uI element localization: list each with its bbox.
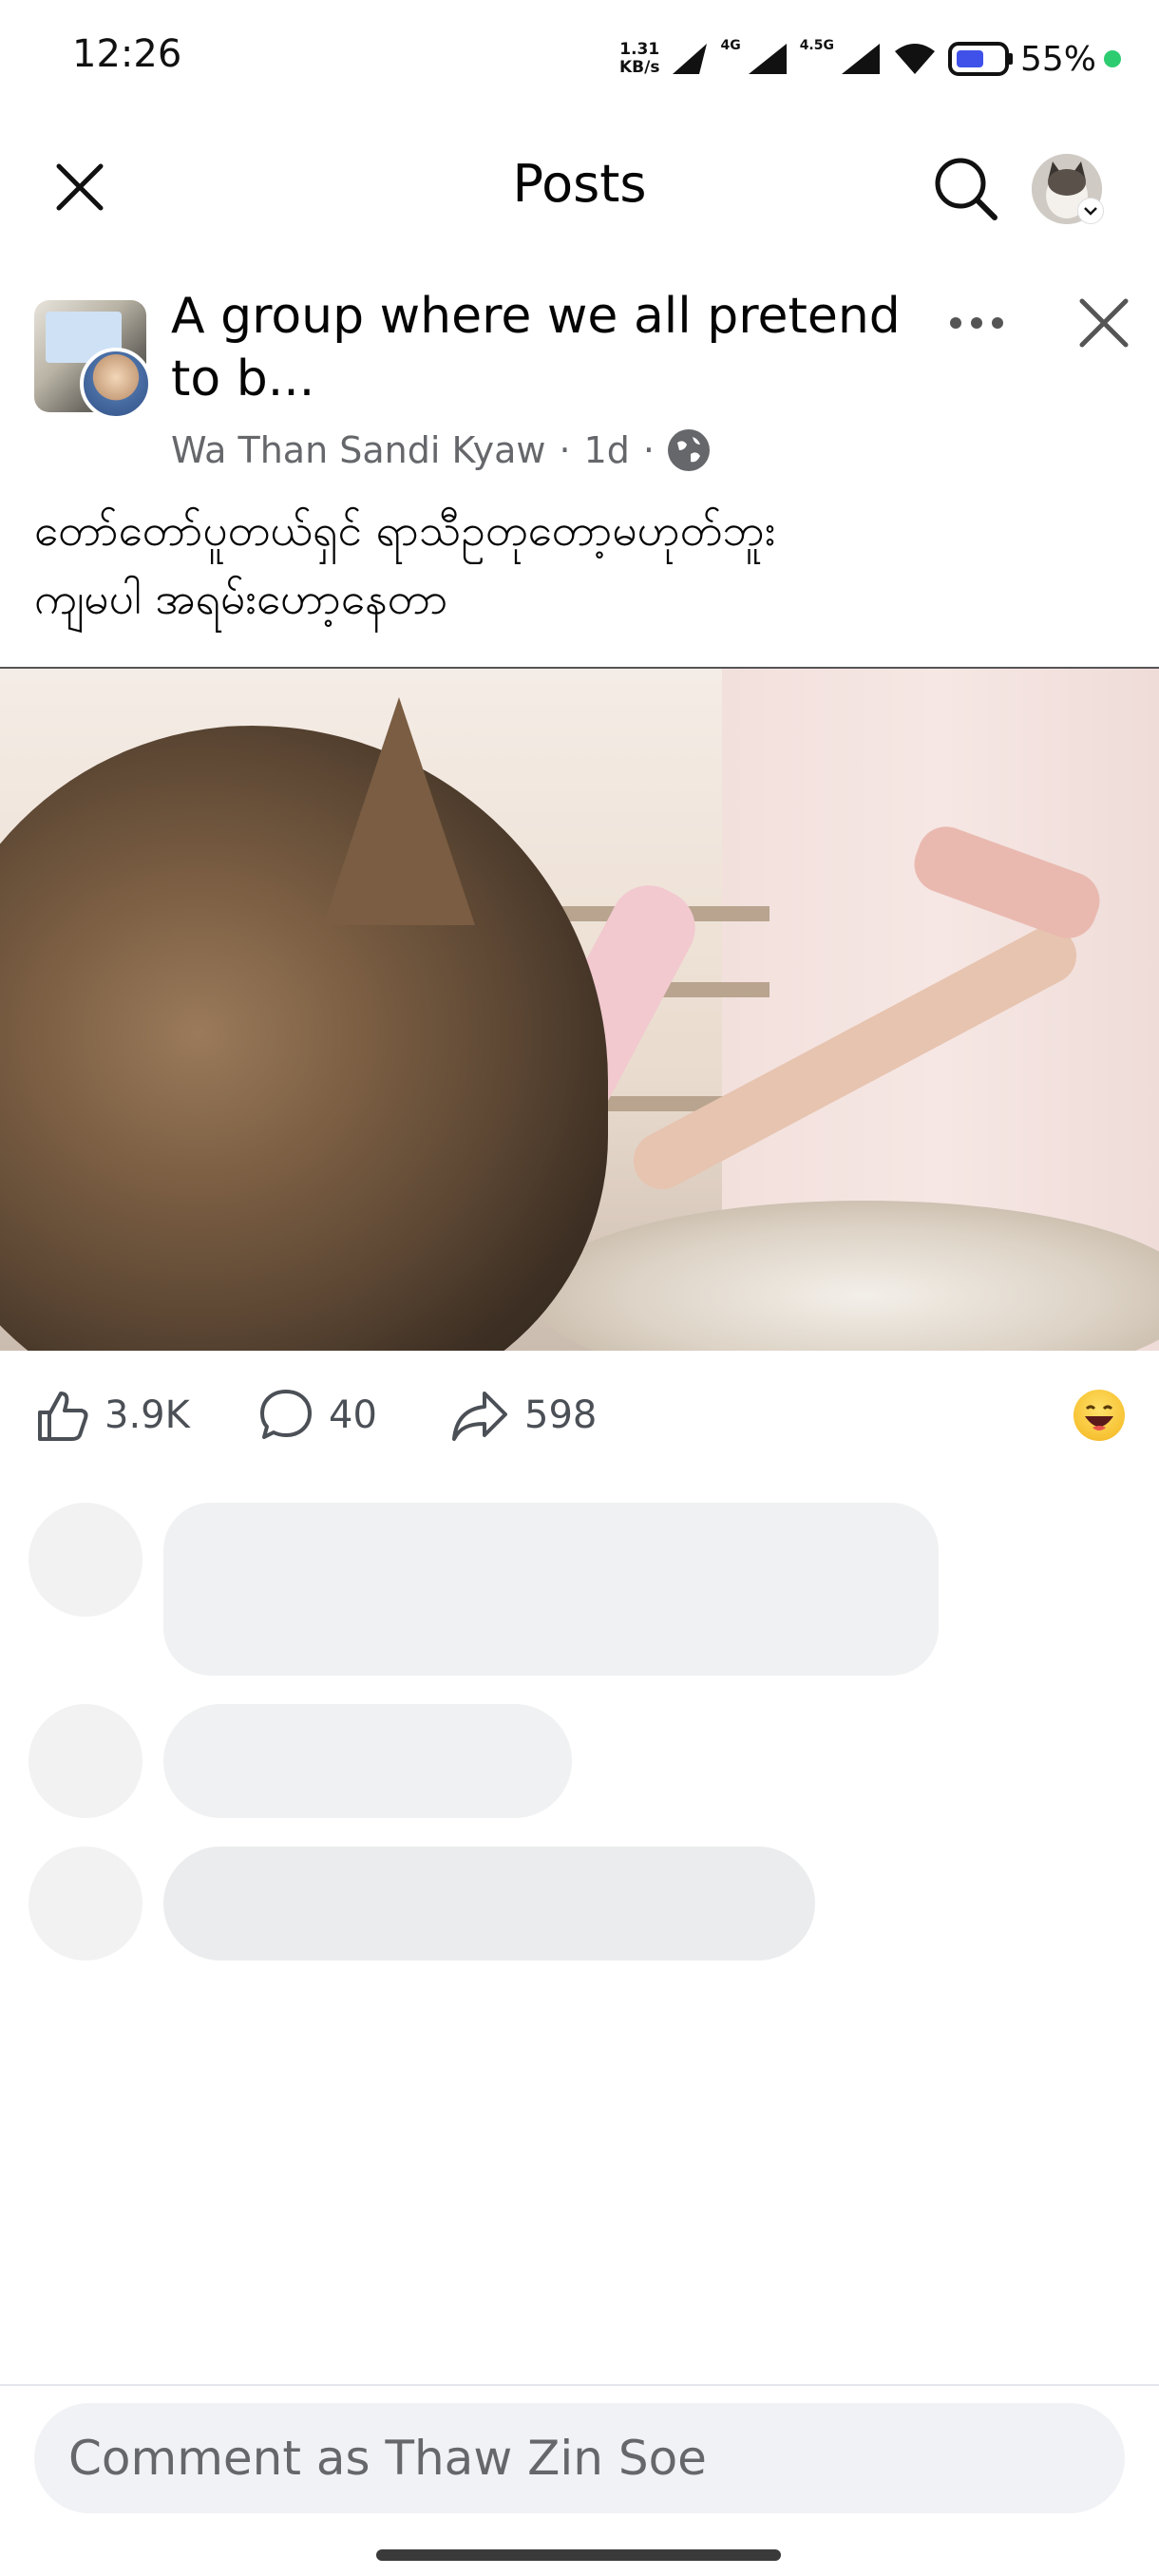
status-indicators: 1.31 KB/s 4G 4.5G 55% [619, 32, 1121, 85]
image-region [0, 726, 608, 1351]
thumbs-up-icon [38, 1392, 88, 1441]
privacy-indicator-dot [1104, 50, 1121, 67]
hide-post-button[interactable] [1070, 289, 1138, 357]
post-meta: Wa Than Sandi Kyaw · 1d · [171, 429, 711, 471]
post-caption: တော်တော်ပူတယ်ရှင် ရာသီဥတုတော့မဟုတ်ဘူး ကျ… [34, 496, 1127, 633]
signal-icon [841, 44, 880, 74]
status-time: 12:26 [72, 32, 182, 76]
profile-menu-badge[interactable] [1077, 198, 1104, 224]
comment-count: 40 [329, 1393, 377, 1437]
comment-skeleton-avatar [28, 1847, 142, 1960]
more-icon [950, 317, 1003, 329]
meta-separator: · [559, 429, 571, 471]
comment-placeholder: Comment as Thaw Zin Soe [68, 2431, 707, 2486]
like-button[interactable]: 3.9K [34, 1377, 190, 1453]
chevron-down-icon [1084, 207, 1097, 216]
search-icon [935, 158, 998, 220]
battery-icon [947, 42, 1013, 76]
caption-line: တော်တော်ပူတယ်ရှင် ရာသီဥတုတော့မဟုတ်ဘူး [34, 504, 776, 556]
comment-skeleton-avatar [28, 1503, 142, 1617]
comment-input[interactable]: Comment as Thaw Zin Soe [34, 2403, 1125, 2513]
image-region [532, 1201, 1159, 1351]
share-count: 598 [524, 1393, 598, 1437]
share-icon [452, 1392, 507, 1441]
share-button[interactable]: 598 [450, 1377, 597, 1453]
battery-percent: 55% [1019, 39, 1096, 79]
group-name[interactable]: A group where we all pretend to b... [171, 285, 902, 410]
battery-indicator: 55% [947, 39, 1121, 79]
comment-skeleton-bubble [163, 1704, 572, 1818]
caption-line: ကျမပါ အရမ်းဟော့နေတာ [34, 573, 448, 624]
network-type-1: 4G [720, 38, 741, 53]
like-count: 3.9K [104, 1393, 190, 1437]
more-options-button[interactable] [942, 294, 1011, 351]
network-speed-unit: KB/s [618, 58, 660, 77]
comment-skeleton-avatar [28, 1704, 142, 1818]
post-image[interactable] [0, 667, 1159, 1351]
post-time[interactable]: 1d [584, 429, 630, 471]
comment-skeleton-bubble [163, 1503, 939, 1676]
author-name[interactable]: Wa Than Sandi Kyaw [171, 429, 546, 471]
comment-icon [260, 1390, 312, 1439]
home-indicator[interactable] [376, 2549, 781, 2561]
divider [0, 2384, 1159, 2386]
laughing-emoji-icon[interactable] [1074, 1390, 1125, 1441]
signal-icon [748, 44, 787, 74]
comment-skeleton-bubble [163, 1847, 815, 1960]
signal-icon [673, 44, 708, 74]
network-speed-value: 1.31 [619, 40, 660, 59]
comment-button[interactable]: 40 [258, 1377, 377, 1453]
network-speed: 1.31 KB/s [619, 41, 659, 77]
search-button[interactable] [929, 152, 1001, 224]
author-avatar[interactable] [80, 348, 152, 420]
globe-icon [668, 429, 711, 471]
network-type-2: 4.5G [799, 38, 834, 53]
close-icon [1079, 298, 1129, 348]
meta-separator: · [642, 429, 656, 471]
wifi-icon [894, 44, 935, 74]
